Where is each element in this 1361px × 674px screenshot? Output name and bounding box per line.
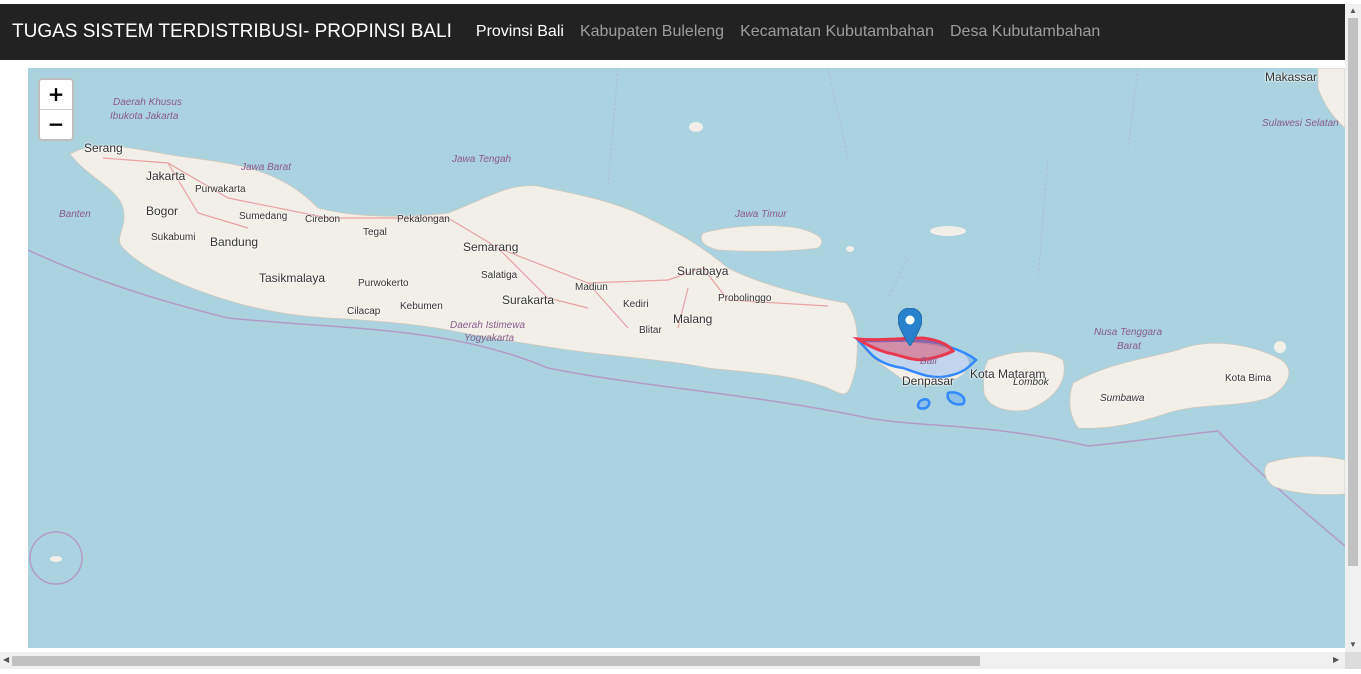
label-makassar: Makassar <box>1265 70 1318 84</box>
map-view[interactable]: + − Makassar Daerah Khusus Ibukota Jakar… <box>28 68 1345 648</box>
label-semarang: Semarang <box>463 240 519 254</box>
island-small-4 <box>1274 341 1286 353</box>
label-sumedang: Sumedang <box>239 211 288 222</box>
label-sukabumi: Sukabumi <box>151 232 196 243</box>
label-surakarta: Surakarta <box>502 293 555 307</box>
label-madiun: Madiun <box>575 282 608 293</box>
island-small-1 <box>689 122 703 132</box>
label-banten: Banten <box>59 209 91 220</box>
label-sumbawa: Sumbawa <box>1100 393 1145 404</box>
sumbawa-island <box>1069 342 1290 429</box>
label-dki: Daerah Khusus <box>113 97 182 108</box>
navbar: TUGAS SISTEM TERDISTRIBUSI- PROPINSI BAL… <box>0 4 1345 60</box>
label-kota-bima: Kota Bima <box>1225 373 1272 384</box>
brand-title[interactable]: TUGAS SISTEM TERDISTRIBUSI- PROPINSI BAL… <box>12 21 452 43</box>
island-small-3 <box>846 246 854 252</box>
label-kebumen: Kebumen <box>400 301 443 312</box>
label-ntb-2: Barat <box>1117 341 1141 352</box>
label-purwokerto: Purwokerto <box>358 278 409 289</box>
vertical-scrollbar[interactable]: ▲ ▼ <box>1345 4 1361 652</box>
label-probolinggo: Probolinggo <box>718 293 772 304</box>
label-purwakarta: Purwakarta <box>195 184 246 195</box>
label-sulsel: Sulawesi Selatan <box>1262 118 1339 129</box>
scroll-right-icon[interactable]: ▶ <box>1333 655 1339 664</box>
island-small-5 <box>50 556 62 562</box>
zoom-in-button[interactable]: + <box>40 80 72 110</box>
madura-island <box>700 225 823 252</box>
label-blitar: Blitar <box>639 325 662 336</box>
label-denpasar: Denpasar <box>902 374 955 388</box>
label-jatim: Jawa Timur <box>735 209 787 220</box>
label-lombok: Lombok <box>1013 377 1049 388</box>
nusa-penida-polygon <box>916 391 966 410</box>
label-tasikmalaya: Tasikmalaya <box>259 271 326 285</box>
label-ntb: Nusa Tenggara <box>1094 327 1163 338</box>
nav-provinsi-bali[interactable]: Provinsi Bali <box>476 23 564 41</box>
label-jakarta: Jakarta <box>146 169 186 183</box>
island-small-2 <box>930 226 966 236</box>
zoom-out-button[interactable]: − <box>40 110 72 139</box>
label-bali: Bali <box>920 356 937 367</box>
label-tegal: Tegal <box>363 227 387 238</box>
horizontal-scroll-thumb[interactable] <box>12 656 980 666</box>
vertical-scroll-thumb[interactable] <box>1348 18 1358 566</box>
label-bogor: Bogor <box>146 204 179 218</box>
label-malang: Malang <box>673 312 713 326</box>
label-diy: Daerah Istimewa <box>450 320 526 331</box>
java-island <box>69 145 858 395</box>
label-serang: Serang <box>84 141 123 155</box>
label-surabaya: Surabaya <box>677 264 729 278</box>
map-canvas <box>28 68 1345 585</box>
horizontal-scrollbar[interactable]: ◀ ▶ <box>0 652 1345 669</box>
label-bandung: Bandung <box>210 235 259 249</box>
label-jabar: Jawa Barat <box>241 162 292 173</box>
nav-desa-kubutambahan[interactable]: Desa Kubutambahan <box>950 23 1100 41</box>
nav-kabupaten-buleleng[interactable]: Kabupaten Buleleng <box>580 23 724 41</box>
label-jateng: Jawa Tengah <box>452 154 512 165</box>
scroll-down-icon[interactable]: ▼ <box>1345 640 1361 649</box>
label-kediri: Kediri <box>623 299 649 310</box>
nav-kecamatan-kubutambahan[interactable]: Kecamatan Kubutambahan <box>740 23 934 41</box>
map-pin-icon[interactable] <box>898 308 922 346</box>
zoom-control: + − <box>38 78 74 141</box>
sumba-island <box>1264 455 1345 496</box>
label-diy-2: Yogyakarta <box>464 333 515 344</box>
label-salatiga: Salatiga <box>481 270 518 281</box>
scroll-up-icon[interactable]: ▲ <box>1345 6 1361 15</box>
scrollbar-corner <box>1345 652 1361 669</box>
label-pekalongan: Pekalongan <box>397 214 450 225</box>
label-dki-2: Ibukota Jakarta <box>110 111 179 122</box>
label-cirebon: Cirebon <box>305 214 341 225</box>
label-cilacap: Cilacap <box>347 306 381 317</box>
scroll-left-icon[interactable]: ◀ <box>3 655 9 664</box>
